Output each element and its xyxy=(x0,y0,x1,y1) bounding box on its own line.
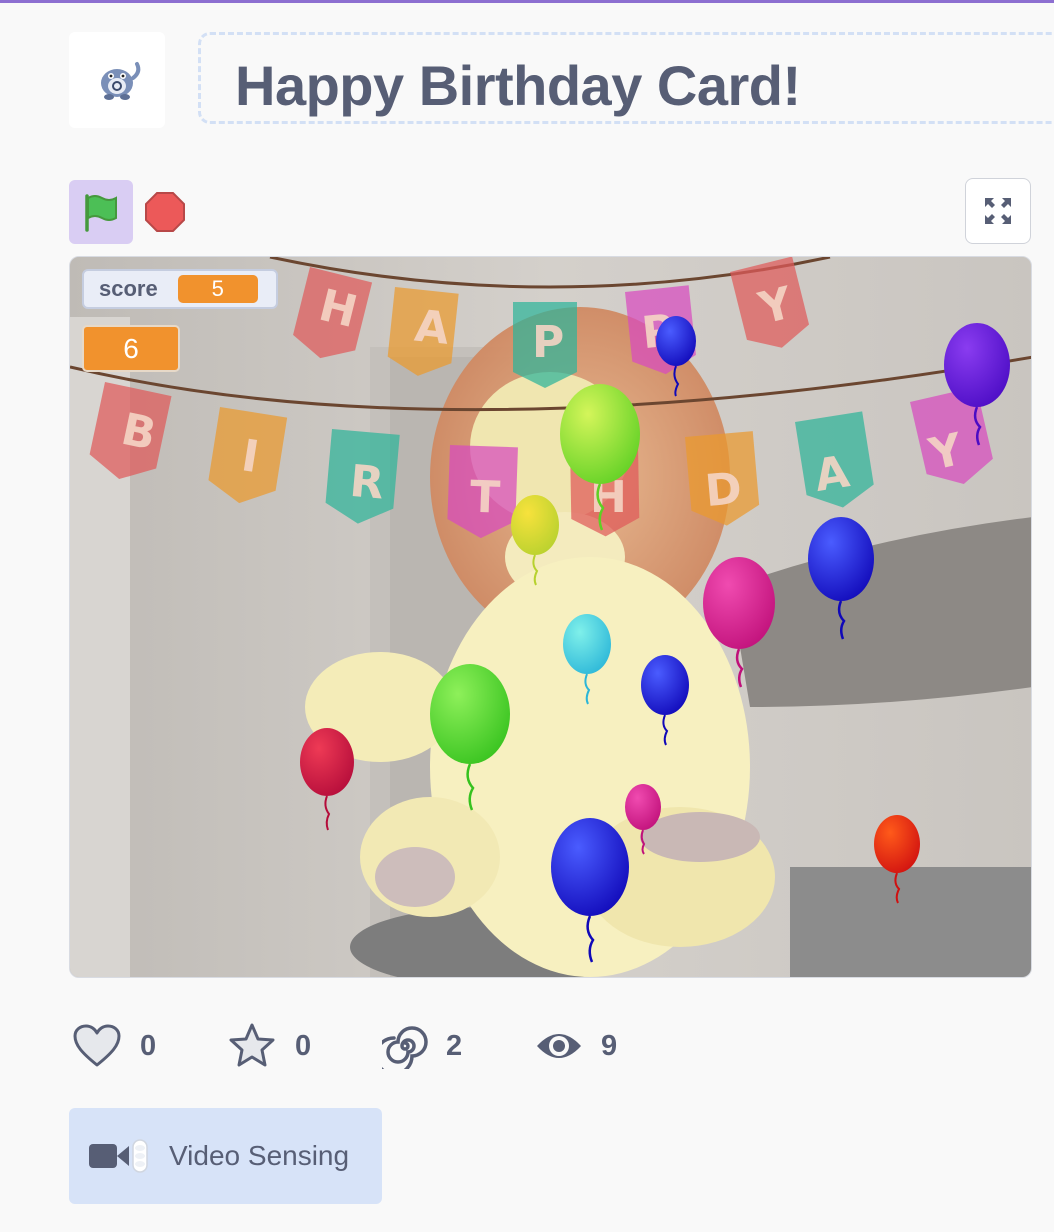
green-flag-button[interactable] xyxy=(69,180,133,244)
green-flag-icon xyxy=(85,194,117,232)
stop-button[interactable] xyxy=(143,190,187,234)
views-stat: 9 xyxy=(535,1018,617,1074)
star-icon xyxy=(229,1023,275,1067)
fullscreen-button[interactable] xyxy=(965,178,1031,244)
heart-icon xyxy=(73,1024,121,1067)
top-accent-bar xyxy=(0,0,1054,3)
remixes-count: 2 xyxy=(446,1029,463,1062)
score-monitor[interactable]: score 5 xyxy=(82,269,278,309)
loves-count: 0 xyxy=(140,1029,157,1062)
banner-letter: P xyxy=(532,317,564,368)
video-camera-icon xyxy=(89,1139,148,1173)
eye-icon xyxy=(537,1034,581,1058)
favorites-count: 0 xyxy=(295,1029,312,1062)
banner-letter: R xyxy=(348,456,386,510)
large-readout-monitor[interactable]: 6 xyxy=(82,325,180,372)
remix-spiral-icon xyxy=(382,1026,428,1069)
score-monitor-label: score xyxy=(99,276,158,301)
banner-letter: A xyxy=(412,301,451,355)
video-sensing-label: Video Sensing xyxy=(169,1140,350,1171)
stop-sign-icon xyxy=(145,192,185,232)
favorites-stat[interactable]: 0 xyxy=(227,1018,311,1074)
score-monitor-value: 5 xyxy=(177,275,258,303)
views-count: 9 xyxy=(601,1029,618,1062)
creature-icon xyxy=(101,62,141,100)
project-title-field[interactable]: Happy Birthday Card! xyxy=(198,32,1054,124)
video-sensing-extension-button[interactable]: Video Sensing xyxy=(69,1108,382,1204)
stage-scene: H A P P Y B I R T H D A Y xyxy=(70,257,1031,977)
remixes-stat[interactable]: 2 xyxy=(382,1018,462,1074)
banner-letter: T xyxy=(469,472,501,524)
stage-canvas[interactable]: H A P P Y B I R T H D A Y xyxy=(69,256,1032,978)
fullscreen-icon xyxy=(985,198,1011,224)
loves-stat[interactable]: 0 xyxy=(72,1018,156,1074)
project-thumbnail[interactable] xyxy=(69,32,165,128)
project-title: Happy Birthday Card! xyxy=(235,54,801,117)
banner-letter: D xyxy=(703,463,744,517)
